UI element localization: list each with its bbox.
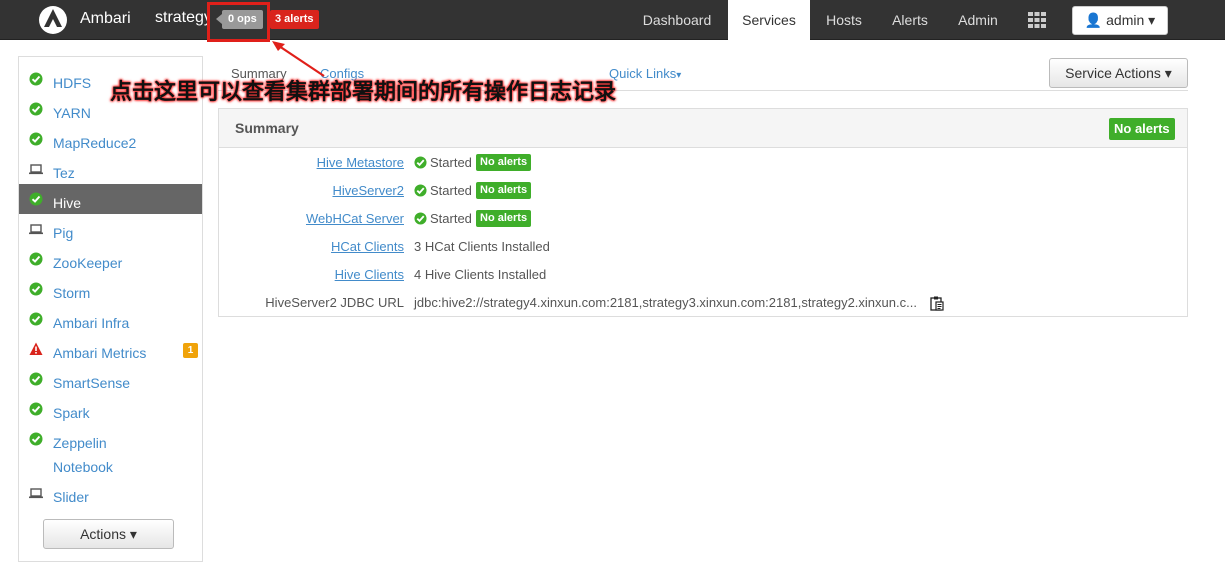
component-link[interactable]: Hive Metastore [317,155,404,170]
services-sidebar: HDFS YARN MapReduce2 Tez Hive Pig ZooKee… [18,56,203,562]
sidebar-item-label: Notebook [53,459,113,475]
check-circle-icon [414,212,427,225]
check-circle-icon [29,402,43,416]
highlight-box [207,2,270,42]
ambari-logo-icon[interactable] [38,5,68,35]
summary-panel: Summary No alerts Hive Metastore Started… [218,108,1188,317]
check-circle-icon [29,282,43,296]
sidebar-item-label: Pig [53,225,74,241]
check-circle-icon [29,132,43,146]
component-status: Started [430,155,472,170]
check-circle-icon [29,432,43,446]
component-value: 3 HCat Clients Installed [414,239,550,254]
alert-count-badge: 1 [183,343,198,358]
service-actions-label: Service Actions [1065,65,1161,81]
cluster-name[interactable]: strategy [155,9,210,27]
component-link[interactable]: WebHCat Server [306,211,404,226]
sidebar-item-label: Tez [53,165,75,181]
check-circle-icon [29,372,43,386]
caret-down-icon: ▾ [676,70,682,81]
views-grid-icon[interactable] [1028,12,1046,28]
no-alerts-badge[interactable]: No alerts [476,154,532,171]
sidebar-item-label: MapReduce2 [53,135,137,151]
check-circle-icon [29,312,43,326]
sidebar-item-label: Storm [53,285,91,301]
nav-alerts[interactable]: Alerts [878,0,942,40]
no-alerts-badge[interactable]: No alerts [476,210,532,227]
sidebar-item-label: Slider [53,489,89,505]
user-menu-button[interactable]: 👤 admin ▾ [1072,6,1168,35]
sidebar-item-label: Hive [53,195,82,211]
sidebar-item-label: SmartSense [53,375,131,391]
check-circle-icon [29,192,43,206]
check-circle-icon [29,72,43,86]
sidebar-item-pig[interactable]: Pig [19,214,202,244]
actions-label: Actions [80,526,126,542]
sidebar-item-hive[interactable]: Hive [19,184,202,214]
summary-row-jdbc-url: HiveServer2 JDBC URL jdbc:hive2://strate… [219,289,1187,317]
annotation-text: 点击这里可以查看集群部署期间的所有操作日志记录 [110,79,617,104]
check-circle-icon [29,102,43,116]
service-actions-button[interactable]: Service Actions ▾ [1049,58,1188,88]
user-icon: 👤 [1084,12,1103,28]
nav-hosts[interactable]: Hosts [812,0,876,40]
sidebar-item-storm[interactable]: Storm [19,274,202,304]
caret-down-icon: ▾ [1148,12,1156,28]
sidebar-item-mapreduce2[interactable]: MapReduce2 [19,124,202,154]
sidebar-item-spark[interactable]: Spark [19,394,202,424]
check-circle-icon [414,184,427,197]
panel-header: Summary No alerts [219,109,1187,148]
component-status: Started [430,211,472,226]
component-label: HiveServer2 JDBC URL [265,295,404,310]
actions-button[interactable]: Actions ▾ [43,519,174,549]
alerts-badge[interactable]: 3 alerts [270,10,319,29]
check-circle-icon [29,252,43,266]
copy-clipboard-icon[interactable] [930,296,944,311]
sidebar-item-ambari-metrics[interactable]: Ambari Metrics 1 [19,334,202,364]
brand-name[interactable]: Ambari [80,10,131,28]
sidebar-item-zookeeper[interactable]: ZooKeeper [19,244,202,274]
component-status: Started [430,183,472,198]
caret-down-icon: ▾ [129,526,137,542]
sidebar-item-smartsense[interactable]: SmartSense [19,364,202,394]
sidebar-item-zeppelin[interactable]: Zeppelin Notebook [19,424,202,478]
sidebar-item-label: HDFS [53,75,92,91]
jdbc-url-value[interactable]: jdbc:hive2://strategy4.xinxun.com:2181,s… [414,295,917,310]
summary-row-webhcat-server: WebHCat Server Started No alerts [219,205,1187,233]
component-value: 4 Hive Clients Installed [414,267,547,282]
sidebar-item-label: ZooKeeper [53,255,123,271]
laptop-icon [29,224,43,235]
no-alerts-badge[interactable]: No alerts [476,182,532,199]
summary-row-hiveserver2: HiveServer2 Started No alerts [219,177,1187,205]
laptop-icon [29,164,43,175]
top-navbar: Ambari strategy 0 ops 3 alerts Dashboard… [0,0,1225,42]
sidebar-item-label: Zeppelin [53,435,107,451]
component-link[interactable]: Hive Clients [335,267,404,282]
sidebar-item-label: YARN [53,105,91,121]
summary-row-hive-metastore: Hive Metastore Started No alerts [219,149,1187,177]
quick-links-dropdown[interactable]: Quick Links▾ [609,66,681,81]
nav-dashboard[interactable]: Dashboard [628,0,726,40]
no-alerts-badge[interactable]: No alerts [1109,118,1175,140]
user-name: admin [1106,12,1145,28]
sidebar-item-label: Spark [53,405,90,421]
quick-links-label: Quick Links [609,66,677,81]
sidebar-item-label: Ambari Infra [53,315,130,331]
nav-services[interactable]: Services [728,0,810,40]
sidebar-item-slider[interactable]: Slider [19,478,202,508]
component-link[interactable]: HiveServer2 [332,183,404,198]
nav-admin[interactable]: Admin [944,0,1012,40]
caret-down-icon: ▾ [1164,65,1172,81]
sidebar-item-label: Ambari Metrics [53,345,147,361]
component-link[interactable]: HCat Clients [331,239,404,254]
check-circle-icon [414,156,427,169]
laptop-icon [29,488,43,499]
panel-title: Summary [235,120,299,136]
sidebar-item-ambari-infra[interactable]: Ambari Infra [19,304,202,334]
summary-row-hive-clients: Hive Clients 4 Hive Clients Installed [219,261,1187,289]
summary-row-hcat-clients: HCat Clients 3 HCat Clients Installed [219,233,1187,261]
warning-triangle-icon [29,342,43,355]
sidebar-item-tez[interactable]: Tez [19,154,202,184]
